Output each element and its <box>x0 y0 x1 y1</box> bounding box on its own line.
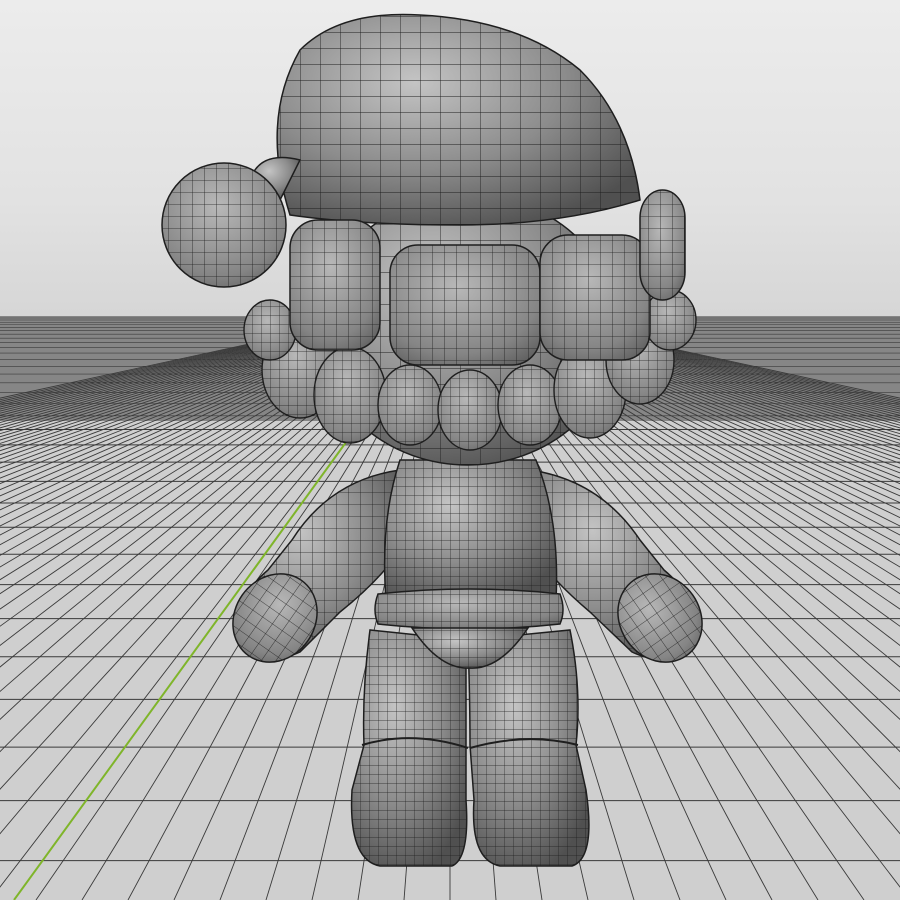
brim-segment <box>540 235 650 360</box>
viewport-canvas[interactable] <box>0 0 900 900</box>
brim-segment <box>640 190 685 300</box>
3d-viewport[interactable] <box>0 0 900 900</box>
torso[interactable] <box>383 459 558 601</box>
left-leg[interactable] <box>350 629 469 867</box>
hair-puff <box>438 370 502 450</box>
hair-puff <box>314 347 386 443</box>
hair-puff <box>244 300 296 360</box>
brim-segment <box>390 245 540 365</box>
brim-segment <box>290 220 380 350</box>
hair-puff <box>498 365 562 445</box>
hair-puff <box>378 365 442 445</box>
